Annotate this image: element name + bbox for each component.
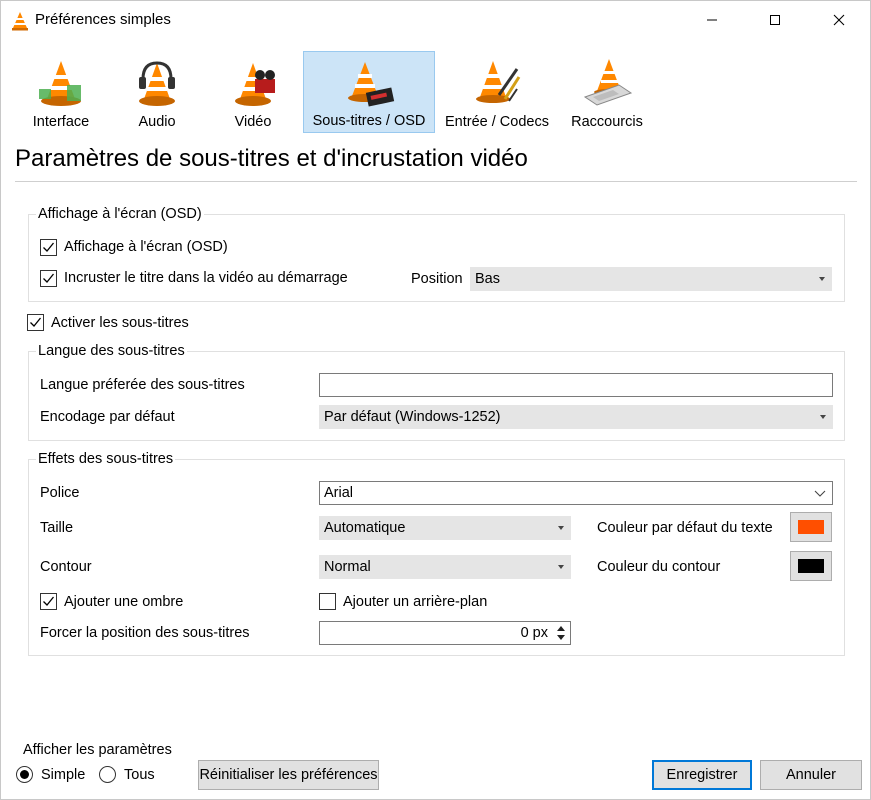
close-button[interactable] bbox=[816, 1, 862, 39]
outline-value: Normal bbox=[324, 559, 371, 575]
position-label: Position bbox=[411, 271, 463, 287]
osd-checkbox[interactable] bbox=[40, 239, 57, 256]
maximize-icon bbox=[770, 15, 780, 25]
tab-audio[interactable]: Audio bbox=[117, 51, 197, 133]
maximize-button[interactable] bbox=[752, 1, 798, 39]
outline-color-swatch bbox=[798, 559, 824, 573]
radio-selected-dot bbox=[20, 770, 29, 779]
shadow-checkbox[interactable] bbox=[40, 593, 57, 610]
tab-interface[interactable]: Interface bbox=[19, 51, 103, 133]
preferences-window: Préférences simples Interface Audio Vidé… bbox=[0, 0, 871, 800]
minimize-icon bbox=[707, 19, 717, 21]
default-encoding-select[interactable]: Par défaut (Windows-1252) bbox=[319, 405, 833, 429]
title-overlay-label: Incruster le titre dans la vidéo au déma… bbox=[64, 270, 348, 286]
tab-subtitles-osd-label: Sous-titres / OSD bbox=[312, 113, 426, 129]
text-color-label: Couleur par défaut du texte bbox=[597, 520, 773, 536]
size-value: Automatique bbox=[324, 520, 406, 536]
size-select[interactable]: Automatique bbox=[319, 516, 571, 540]
tab-video[interactable]: Vidéo bbox=[211, 51, 295, 133]
background-label: Ajouter un arrière-plan bbox=[343, 594, 488, 610]
codecs-icon bbox=[476, 61, 521, 103]
effects-group-title: Effets des sous-titres bbox=[36, 451, 176, 467]
font-combobox[interactable]: Arial bbox=[319, 481, 833, 505]
background-checkbox[interactable] bbox=[319, 593, 336, 610]
simple-radio[interactable] bbox=[16, 766, 33, 783]
default-encoding-label: Encodage par défaut bbox=[40, 409, 175, 425]
tab-interface-label: Interface bbox=[32, 114, 90, 130]
font-label: Police bbox=[40, 485, 80, 501]
window-title: Préférences simples bbox=[35, 11, 171, 28]
audio-icon bbox=[139, 61, 175, 106]
checkmark-icon bbox=[30, 317, 42, 327]
reset-preferences-button[interactable]: Réinitialiser les préférences bbox=[198, 760, 379, 790]
dropdown-arrow-icon bbox=[558, 565, 564, 569]
text-color-swatch bbox=[798, 520, 824, 534]
dropdown-arrow-icon bbox=[819, 277, 825, 281]
title-bar: Préférences simples bbox=[1, 1, 870, 41]
tab-audio-label: Audio bbox=[138, 114, 176, 130]
outline-label: Contour bbox=[40, 559, 92, 575]
vlc-cone-icon bbox=[12, 12, 28, 31]
minimize-button[interactable] bbox=[689, 1, 735, 39]
dropdown-arrow-icon bbox=[558, 526, 564, 530]
font-value: Arial bbox=[324, 485, 354, 501]
hotkeys-icon bbox=[583, 59, 633, 106]
tab-input-codecs[interactable]: Entrée / Codecs bbox=[439, 51, 555, 133]
preferred-language-input[interactable] bbox=[319, 373, 833, 397]
enable-subtitles-label: Activer les sous-titres bbox=[51, 315, 189, 331]
force-position-value: 0 px bbox=[520, 625, 548, 641]
divider bbox=[15, 181, 857, 182]
osd-checkbox-label: Affichage à l'écran (OSD) bbox=[64, 239, 228, 255]
dropdown-arrow-icon bbox=[820, 415, 826, 419]
cancel-button[interactable]: Annuler bbox=[760, 760, 862, 790]
all-radio-label: Tous bbox=[124, 767, 155, 783]
tab-video-label: Vidéo bbox=[234, 114, 272, 130]
position-select-value: Bas bbox=[475, 271, 500, 287]
title-overlay-checkbox[interactable] bbox=[40, 270, 57, 287]
force-position-label: Forcer la position des sous-titres bbox=[40, 625, 250, 641]
spin-arrows-icon[interactable] bbox=[553, 623, 569, 643]
force-position-spinbox[interactable]: 0 px bbox=[319, 621, 571, 645]
checkmark-icon bbox=[43, 242, 55, 252]
default-encoding-value: Par défaut (Windows-1252) bbox=[324, 409, 501, 425]
tab-subtitles-osd[interactable]: Sous-titres / OSD bbox=[303, 51, 435, 133]
outline-color-button[interactable] bbox=[790, 551, 832, 581]
shadow-label: Ajouter une ombre bbox=[64, 594, 184, 610]
show-settings-title: Afficher les paramètres bbox=[23, 742, 172, 758]
simple-radio-label: Simple bbox=[41, 767, 86, 783]
tab-hotkeys[interactable]: Raccourcis bbox=[565, 51, 649, 133]
position-select[interactable]: Bas bbox=[470, 267, 832, 291]
checkmark-icon bbox=[43, 596, 55, 606]
all-radio[interactable] bbox=[99, 766, 116, 783]
chevron-down-icon bbox=[814, 490, 826, 497]
video-icon bbox=[235, 63, 275, 106]
outline-select[interactable]: Normal bbox=[319, 555, 571, 579]
language-group-title: Langue des sous-titres bbox=[36, 343, 187, 359]
tab-hotkeys-label: Raccourcis bbox=[571, 114, 643, 130]
preferred-language-label: Langue préferée des sous-titres bbox=[40, 377, 245, 393]
page-title: Paramètres de sous-titres et d'incrustat… bbox=[15, 145, 528, 172]
size-label: Taille bbox=[40, 520, 74, 536]
subtitles-icon bbox=[348, 62, 395, 107]
outline-color-label: Couleur du contour bbox=[597, 559, 721, 575]
tab-input-codecs-label: Entrée / Codecs bbox=[445, 114, 549, 130]
text-color-button[interactable] bbox=[790, 512, 832, 542]
category-toolbar: Interface Audio Vidéo Sous-titres / OSD … bbox=[1, 43, 870, 135]
enable-subtitles-checkbox[interactable] bbox=[27, 314, 44, 331]
close-icon bbox=[833, 14, 845, 26]
interface-icon bbox=[39, 61, 81, 106]
osd-group-title: Affichage à l'écran (OSD) bbox=[36, 206, 204, 222]
checkmark-icon bbox=[43, 273, 55, 283]
save-button[interactable]: Enregistrer bbox=[652, 760, 752, 790]
